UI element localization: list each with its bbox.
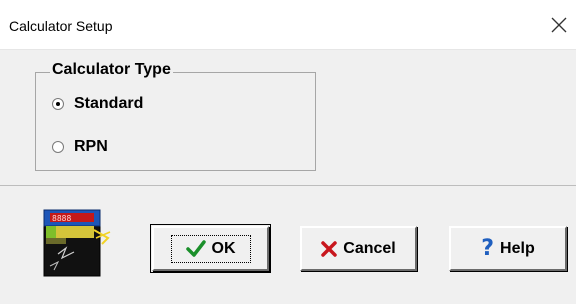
ok-label[interactable]: OK <box>212 240 236 258</box>
question-icon: ? <box>481 236 495 261</box>
title-bar: Calculator Setup <box>0 0 576 50</box>
window-title: Calculator Setup <box>9 18 113 34</box>
help-button[interactable]: ? Help <box>449 226 567 271</box>
radio-rpn-label[interactable]: RPN <box>74 138 108 156</box>
radio-rpn-indicator[interactable] <box>52 141 64 153</box>
cancel-button[interactable]: Cancel <box>300 226 417 271</box>
separator <box>0 185 576 186</box>
cancel-label[interactable]: Cancel <box>343 240 395 258</box>
x-icon <box>321 240 338 257</box>
radio-standard[interactable]: Standard <box>52 94 143 114</box>
help-label[interactable]: Help <box>500 240 535 258</box>
ok-button[interactable]: OK <box>150 224 271 273</box>
checkmark-icon <box>185 239 206 257</box>
svg-text:8888: 8888 <box>52 214 71 223</box>
ok-button-focus[interactable]: OK <box>170 234 251 263</box>
group-label: Calculator Type <box>50 61 173 79</box>
radio-standard-label[interactable]: Standard <box>74 95 143 113</box>
close-icon[interactable] <box>548 14 570 36</box>
radio-rpn[interactable]: RPN <box>52 137 108 157</box>
radio-standard-indicator[interactable] <box>52 98 64 110</box>
calculator-icon: 8888 <box>43 209 111 277</box>
